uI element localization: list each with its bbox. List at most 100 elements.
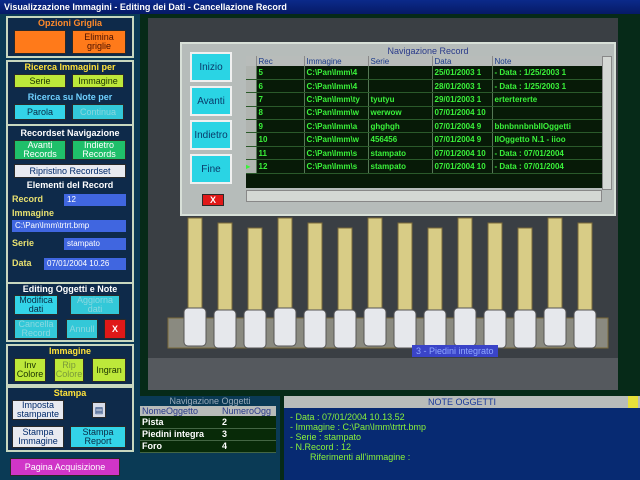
- col-header[interactable]: Serie: [368, 56, 433, 66]
- imposta-stampante-button[interactable]: Imposta stampante: [12, 400, 64, 420]
- panel-title: Elementi del Record: [26, 180, 114, 190]
- cell: 12: [256, 159, 305, 174]
- scroll-up-icon[interactable]: [628, 396, 638, 408]
- ricerca-serie-button[interactable]: Serie: [14, 74, 66, 88]
- cell: C:\Pan\Imm\4: [304, 66, 369, 80]
- row-selector[interactable]: [246, 146, 257, 161]
- cell: 07/01/2004 10: [432, 146, 493, 161]
- cell: 25/01/2003 1: [432, 66, 493, 80]
- window-title: Visualizzazione Immagini - Editing dei D…: [0, 0, 640, 14]
- serie-field[interactable]: stampato: [64, 238, 126, 250]
- note-line: Riferimenti all'immagine :: [290, 452, 411, 462]
- inv-colore-button[interactable]: Inv Colore: [14, 358, 46, 382]
- vertical-scrollbar[interactable]: [602, 56, 612, 190]
- table-row[interactable]: 7 C:\Pan\Imm\ty tyutyu 29/01/2003 1 erterter…: [246, 92, 602, 107]
- ripristino-recordset-button[interactable]: Ripristino Recordset: [14, 164, 126, 178]
- row-selector[interactable]: [246, 79, 257, 94]
- stampa-immagine-button[interactable]: Stampa Immagine: [12, 426, 64, 448]
- table-row[interactable]: 8 C:\Pan\Imm\w werwow 07/01/2004 10: [246, 106, 602, 121]
- cell: tyutyu: [368, 92, 433, 107]
- serie-label: Serie: [12, 238, 35, 248]
- col-header[interactable]: NumeroOgg: [220, 406, 276, 416]
- col-header[interactable]: Note: [492, 56, 602, 66]
- record-grid[interactable]: Rec Immagine Serie Data Note 5 C:\Pan\Imm…: [246, 56, 602, 188]
- record-field[interactable]: 12: [64, 194, 126, 206]
- immagine-field[interactable]: C:\Pan\Imm\trtrt.bmp: [12, 220, 126, 232]
- note-oggetti-title: NOTE OGGETTI: [284, 396, 640, 408]
- cell: C:\Pan\Imm\s: [304, 159, 369, 174]
- circuit-image: Navigazione Record Inizio Avanti Indietr…: [148, 18, 618, 390]
- panel-title: Stampa: [53, 388, 87, 398]
- cell: C:\Pan\Imm\ty: [304, 92, 369, 107]
- printer-icon[interactable]: ▤: [92, 402, 106, 418]
- panel-stampa: Stampa Imposta stampante ▤ Stampa Immagi…: [6, 386, 134, 452]
- note-textarea[interactable]: - Data : 07/01/2004 10.13.52 - Immagine …: [290, 412, 426, 462]
- data-field[interactable]: 07/01/2004 10.26: [44, 258, 126, 270]
- pagina-acquisizione-button[interactable]: Pagina Acquisizione: [10, 458, 120, 476]
- image-caption: 3 - Piedini integrato: [412, 345, 498, 357]
- cell: ertertererte: [492, 92, 602, 107]
- sidebar: Opzioni Griglia Elimina griglie Ricerca …: [0, 14, 140, 480]
- fine-button[interactable]: Fine: [190, 154, 232, 184]
- table-row[interactable]: ▸ 12 C:\Pan\Imm\s stampato 07/01/2004 10- Da…: [246, 159, 602, 174]
- cell: 5: [256, 66, 305, 80]
- table-row[interactable]: 5 C:\Pan\Imm\4 25/01/2003 1- Data : 1/25/2…: [246, 66, 602, 80]
- indietro-button[interactable]: Indietro: [190, 120, 232, 150]
- cell: - Data : 1/25/2003 1: [492, 66, 602, 80]
- ricerca-immagine-button[interactable]: Immagine: [72, 74, 124, 88]
- col-header[interactable]: NomeOggetto: [140, 406, 220, 416]
- cell: C:\Pan\Imm\s: [304, 146, 369, 161]
- table-row[interactable]: Piedini integra 3: [140, 428, 276, 441]
- annulla-button[interactable]: Annull: [66, 319, 98, 339]
- note-line: - Serie : stampato: [290, 432, 362, 442]
- row-selector[interactable]: [246, 132, 257, 147]
- col-header[interactable]: Immagine: [304, 56, 369, 66]
- panel-title: Ricerca Immagini per: [24, 62, 116, 72]
- row-selector[interactable]: [246, 66, 257, 80]
- row-selector[interactable]: [246, 119, 257, 134]
- close-icon[interactable]: X: [202, 194, 224, 206]
- griglia-button[interactable]: [14, 30, 66, 54]
- immagine-label: Immagine: [12, 208, 55, 218]
- table-row[interactable]: Foro 4: [140, 440, 276, 453]
- cell: stampato: [368, 159, 433, 174]
- cancella-record-button[interactable]: Cancella Record: [14, 319, 58, 339]
- row-selector[interactable]: [246, 106, 257, 121]
- cell: 8: [256, 106, 305, 121]
- cell: 11: [256, 146, 305, 161]
- indietro-records-button[interactable]: Indietro Records: [72, 140, 126, 160]
- note-line: - Immagine : C:\Pan\Imm\trtrt.bmp: [290, 422, 427, 432]
- table-row[interactable]: Pista 2: [140, 416, 276, 429]
- table-row[interactable]: 6 C:\Pan\Imm\4 28/01/2003 1- Data : 1/25/2…: [246, 79, 602, 94]
- rip-colore-button[interactable]: Rip Colore: [54, 358, 84, 382]
- panel-title: Immagine: [48, 346, 91, 356]
- oggetti-table[interactable]: NomeOggetto NumeroOgg Pista 2 Piedini int…: [140, 406, 276, 453]
- col-header[interactable]: Data: [432, 56, 493, 66]
- aggiorna-dati-button[interactable]: Aggiorna dati: [70, 295, 120, 315]
- stampa-report-button[interactable]: Stampa Report: [70, 426, 126, 448]
- ricerca-continua-button[interactable]: Continua: [72, 104, 124, 120]
- row-selector[interactable]: ▸: [246, 159, 257, 174]
- note-line: - N.Record : 12: [290, 442, 352, 452]
- ingran-button[interactable]: Ingran: [92, 358, 126, 382]
- col-header[interactable]: Rec: [256, 56, 305, 66]
- cell: 10: [256, 132, 305, 147]
- grid-corner: [246, 56, 257, 66]
- table-row[interactable]: 10 C:\Pan\Imm\w 456456 07/01/2004 9 IIOggett…: [246, 132, 602, 147]
- avanti-button[interactable]: Avanti: [190, 86, 232, 116]
- modifica-dati-button[interactable]: Modifica dati: [14, 295, 58, 315]
- ricerca-parola-button[interactable]: Parola: [14, 104, 66, 120]
- inizio-button[interactable]: Inizio: [190, 52, 232, 82]
- avanti-records-button[interactable]: Avanti Records: [14, 140, 66, 160]
- cell: 456456: [368, 132, 433, 147]
- navigazione-oggetti-title: Navigazione Oggetti: [169, 396, 251, 406]
- row-selector[interactable]: [246, 92, 257, 107]
- cell: - Data : 07/01/2004: [492, 159, 602, 174]
- table-row[interactable]: 9 C:\Pan\Imm\a ghghgh 07/01/2004 9 bbnbnnbnb…: [246, 119, 602, 134]
- table-row[interactable]: 11 C:\Pan\Imm\s stampato 07/01/2004 10- Dat…: [246, 146, 602, 161]
- elimina-griglie-button[interactable]: Elimina griglie: [72, 30, 126, 54]
- navigazione-oggetti-panel: Navigazione Oggetti NomeOggetto NumeroOg…: [140, 396, 280, 480]
- cell: 07/01/2004 10: [432, 159, 493, 174]
- close-icon[interactable]: X: [104, 319, 126, 339]
- horizontal-scrollbar[interactable]: [246, 190, 602, 202]
